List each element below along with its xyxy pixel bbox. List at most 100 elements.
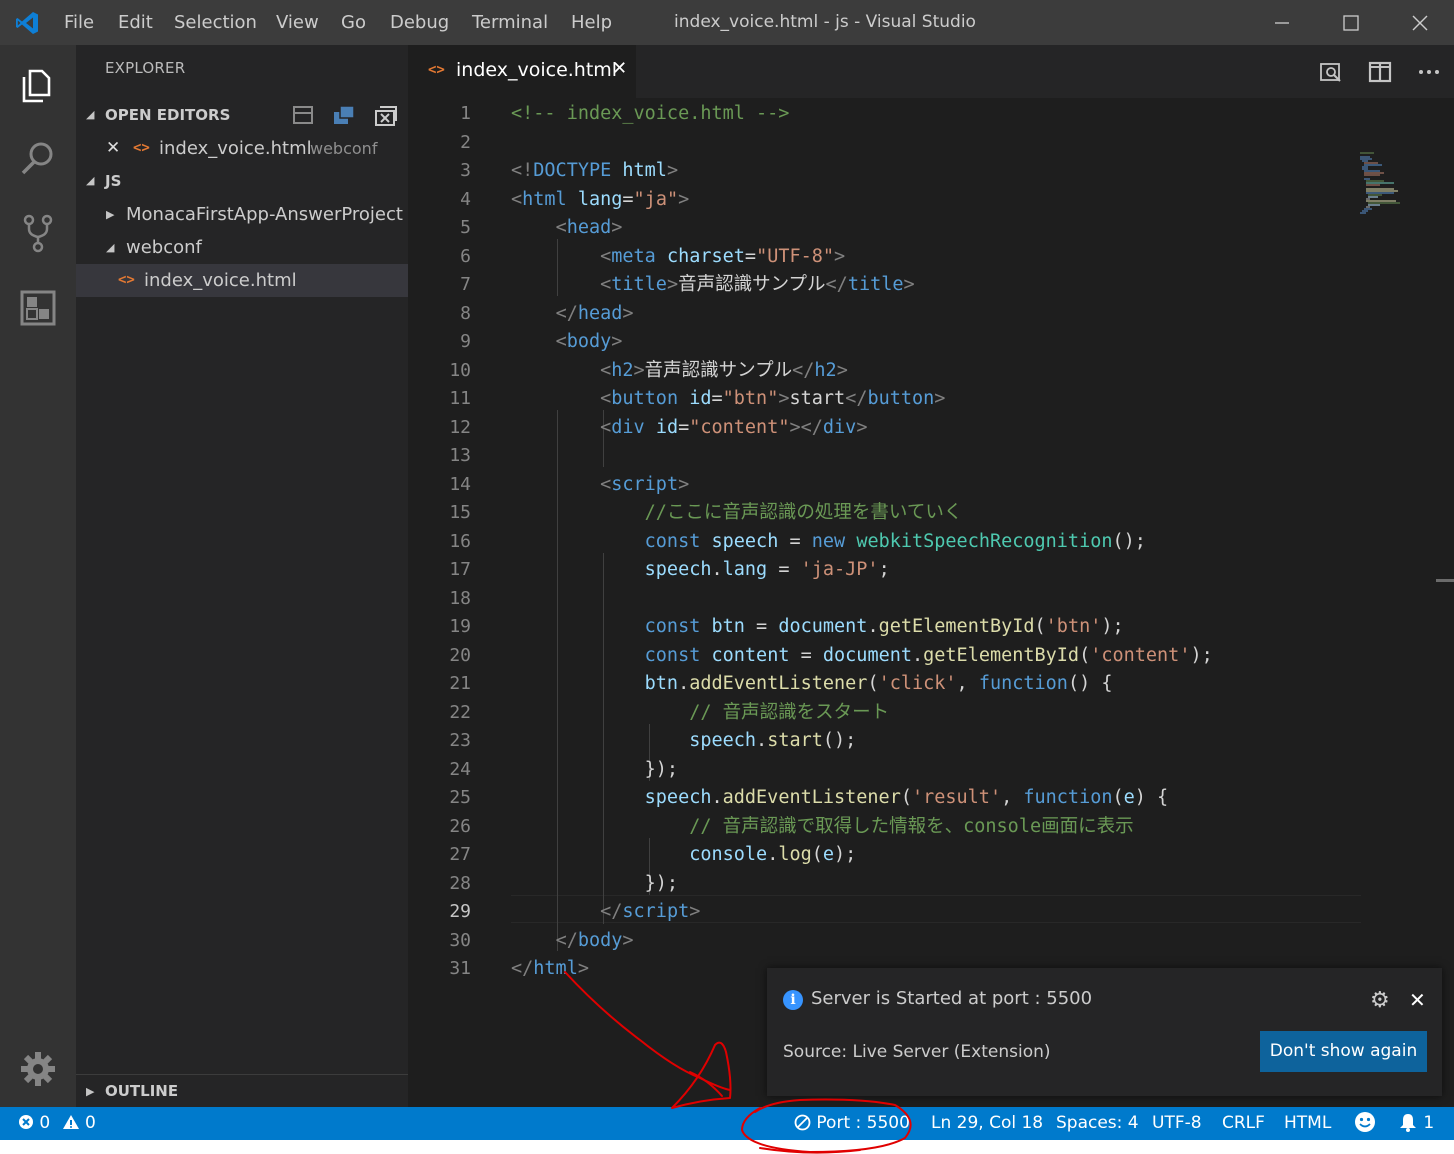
more-actions-icon[interactable] <box>1416 59 1442 85</box>
code-token: }); <box>511 872 679 894</box>
menu-view[interactable]: View <box>276 0 319 45</box>
explorer-sidebar: EXPLORER ◢ OPEN EDITORS ✕ <> index_voice… <box>76 45 408 1107</box>
tree-folder-webconf[interactable]: ◢ webconf <box>76 231 408 264</box>
code-line[interactable]: 1 <!-- index_voice.html --> <box>408 100 1358 129</box>
line-number: 3 <box>460 160 471 181</box>
code-line[interactable]: 21 btn.addEventListener('click', functio… <box>408 670 1358 699</box>
code-token: start <box>767 730 823 751</box>
warning-count: 0 <box>85 1113 96 1133</box>
code-line[interactable]: 19 const btn = document.getElementById('… <box>408 613 1358 642</box>
code-line[interactable]: 29 </script> <box>408 898 1358 927</box>
indentation[interactable]: Spaces: 4 <box>1056 1107 1139 1140</box>
code-line[interactable]: 24 }); <box>408 756 1358 785</box>
code-line[interactable]: 9 <body> <box>408 328 1358 357</box>
code-line[interactable]: 20 const content = document.getElementBy… <box>408 642 1358 671</box>
notifications-bell[interactable]: 1 <box>1398 1107 1434 1140</box>
code-line[interactable]: 13 <box>408 442 1358 471</box>
code-line[interactable]: 23 speech.start(); <box>408 727 1358 756</box>
code-line[interactable]: 15 //ここに音声認識の処理を書いていく <box>408 499 1358 528</box>
line-number: 24 <box>449 758 471 780</box>
menu-terminal[interactable]: Terminal <box>472 0 548 45</box>
code-line[interactable]: 12 <div id="content"></div> <box>408 414 1358 443</box>
code-line[interactable]: 10 <h2>音声認識サンプル</h2> <box>408 357 1358 386</box>
menu-selection[interactable]: Selection <box>174 0 257 45</box>
code-line[interactable]: 26 // 音声認識で取得した情報を、console画面に表示 <box>408 813 1358 842</box>
code-line[interactable]: 5 <head> <box>408 214 1358 243</box>
live-server-port[interactable]: Port : 5500 <box>794 1107 910 1140</box>
close-window-button[interactable] <box>1397 0 1443 45</box>
split-editor-icon[interactable] <box>1367 59 1393 85</box>
menu-file[interactable]: File <box>64 0 94 45</box>
tree-folder-monaca[interactable]: ▶ MonacaFirstApp-AnswerProject <box>76 198 408 231</box>
code-token: < <box>511 188 523 210</box>
code-line[interactable]: 25 speech.addEventListener('result', fun… <box>408 784 1358 813</box>
language-mode[interactable]: HTML <box>1284 1107 1331 1140</box>
code-token: lang <box>722 559 768 580</box>
line-source: //ここに音声認識の処理を書いていく <box>511 499 963 528</box>
code-editor[interactable]: 1 <!-- index_voice.html --> 2 3 <!DOCTYPE ht… <box>408 98 1454 1107</box>
workspace-header[interactable]: ◢ JS <box>76 165 408 197</box>
cursor-position[interactable]: Ln 29, Col 18 <box>931 1107 1043 1140</box>
explorer-icon[interactable] <box>16 61 60 105</box>
minimap[interactable] <box>1360 151 1438 231</box>
outline-header[interactable]: ▶ OUTLINE <box>76 1074 408 1107</box>
settings-gear-icon[interactable] <box>16 1047 60 1091</box>
code-line[interactable]: 28 }); <box>408 870 1358 899</box>
save-all-icon[interactable] <box>332 104 356 126</box>
code-line[interactable]: 16 const speech = new webkitSpeechRecogn… <box>408 528 1358 557</box>
new-untitled-file-icon[interactable] <box>292 105 314 125</box>
code-line[interactable]: 30 </body> <box>408 927 1358 956</box>
code-line[interactable]: 7 <title>音声認識サンプル</title> <box>408 271 1358 300</box>
code-line[interactable]: 22 // 音声認識をスタート <box>408 699 1358 728</box>
close-all-icon[interactable] <box>374 105 398 127</box>
code-line[interactable]: 2 <box>408 129 1358 158</box>
notification-settings-gear-icon[interactable]: ⚙ <box>1370 988 1390 1013</box>
notification-close-icon[interactable]: ✕ <box>1409 988 1426 1012</box>
tree-file-index-voice[interactable]: <> index_voice.html <box>76 264 408 297</box>
source-control-icon[interactable] <box>16 211 60 255</box>
code-token: e <box>1123 787 1135 808</box>
code-line[interactable]: 4 <html lang="ja"> <box>408 186 1358 215</box>
menu-edit[interactable]: Edit <box>118 0 153 45</box>
code-token: speech <box>711 530 779 552</box>
line-source: <title>音声認識サンプル</title> <box>511 271 915 300</box>
vscode-logo-icon[interactable] <box>14 10 40 36</box>
close-editor-icon[interactable]: ✕ <box>106 132 120 165</box>
search-icon[interactable] <box>16 136 60 180</box>
tab-index-voice[interactable]: <> index_voice.html ✕ <box>408 45 636 98</box>
code-line[interactable]: 18 <box>408 585 1358 614</box>
code-line[interactable]: 27 console.log(e); <box>408 841 1358 870</box>
code-line[interactable]: 17 speech.lang = 'ja-JP'; <box>408 556 1358 585</box>
code-token: = <box>711 388 723 409</box>
open-editors-header[interactable]: ◢ OPEN EDITORS <box>76 99 408 131</box>
port-label: Port : 5500 <box>816 1113 910 1133</box>
dont-show-again-button[interactable]: Don't show again <box>1260 1031 1427 1072</box>
line-source: <html lang="ja"> <box>511 186 689 215</box>
code-token: < <box>600 274 612 295</box>
maximize-button[interactable] <box>1328 0 1374 45</box>
menu-help[interactable]: Help <box>571 0 612 45</box>
problems-status[interactable]: 0 0 <box>18 1107 96 1140</box>
end-of-line[interactable]: CRLF <box>1222 1107 1265 1140</box>
code-line[interactable]: 14 <script> <box>408 471 1358 500</box>
code-line[interactable]: 3 <!DOCTYPE html> <box>408 157 1358 186</box>
menu-debug[interactable]: Debug <box>390 0 449 45</box>
menu-go[interactable]: Go <box>341 0 366 45</box>
code-token: console <box>689 844 768 865</box>
code-token: > <box>622 302 634 324</box>
code-line[interactable]: 6 <meta charset="UTF-8"> <box>408 243 1358 272</box>
code-token: > <box>666 274 679 295</box>
tab-close-icon[interactable]: ✕ <box>612 58 627 79</box>
extensions-icon[interactable] <box>16 286 60 330</box>
code-token: , <box>956 673 979 694</box>
open-preview-icon[interactable] <box>1318 59 1344 85</box>
code-line[interactable]: 11 <button id="btn">start</button> <box>408 385 1358 414</box>
feedback-smiley-icon[interactable] <box>1354 1107 1376 1140</box>
code-line[interactable]: 8 </head> <box>408 300 1358 329</box>
minimize-button[interactable] <box>1259 0 1305 45</box>
encoding[interactable]: UTF-8 <box>1152 1107 1202 1140</box>
open-editor-item[interactable]: ✕ <> index_voice.html webconf <box>76 132 408 165</box>
